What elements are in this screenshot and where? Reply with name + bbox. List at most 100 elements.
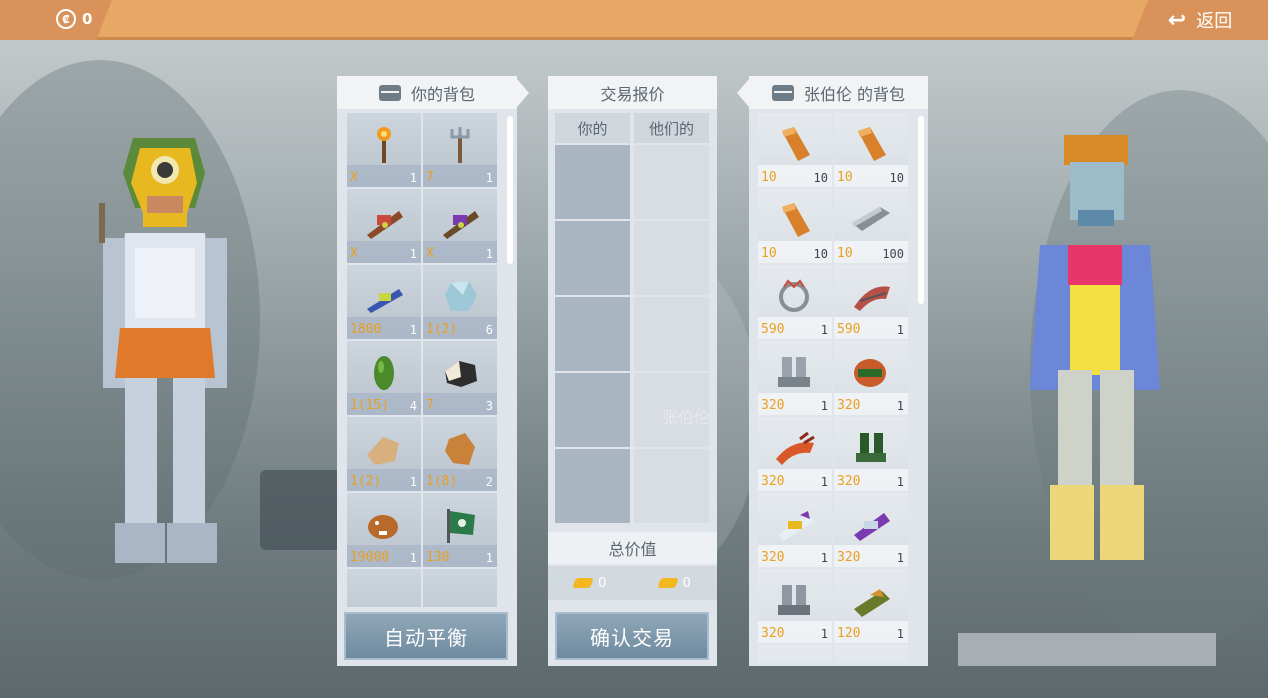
inventory-slot[interactable]: 19000 1: [347, 493, 421, 567]
empty-icon: [363, 581, 405, 607]
theirs-total: 0: [656, 575, 691, 591]
inventory-slot[interactable]: 10 10: [758, 113, 832, 187]
item-quantity: 10: [813, 247, 828, 261]
trident-icon: [450, 127, 470, 163]
inventory-slot[interactable]: [423, 569, 497, 607]
top-bar: ₡ 0 ↩ 返回: [0, 0, 1268, 40]
item-value: 1(8): [426, 474, 458, 489]
partial-icon: [774, 657, 816, 663]
inventory-slot[interactable]: 320 1: [758, 417, 832, 491]
item-quantity: 1: [409, 247, 417, 261]
inventory-slot[interactable]: 1800 1: [347, 265, 421, 339]
total-value-row: 0 0: [548, 566, 717, 600]
player-inventory-scrollbar[interactable]: [507, 116, 513, 264]
blaster-icon: [367, 289, 403, 313]
header-arrow-decoration: [737, 79, 749, 107]
rock-icon: [445, 361, 477, 387]
inventory-slot[interactable]: 10 10: [758, 189, 832, 263]
gauntlet-white-icon: [778, 511, 814, 541]
trader-inventory-scrollbar[interactable]: [918, 116, 924, 304]
trade-slot-mine[interactable]: [555, 373, 630, 447]
inventory-slot[interactable]: 1(2) 1: [347, 417, 421, 491]
inventory-slot[interactable]: 10 100: [834, 189, 908, 263]
item-quantity: 10: [813, 171, 828, 185]
player-inventory-grid: X 1 7 1 X 1 X 1 1800 1 1(2) 6 1(15) 4 7 3 1(2) 1 1(8) 2 1900…: [347, 113, 497, 607]
trade-slot-mine[interactable]: [555, 221, 630, 295]
inventory-slot[interactable]: [758, 645, 832, 663]
item-value: 19000: [350, 550, 390, 565]
inventory-slot[interactable]: 1(15) 4: [347, 341, 421, 415]
chest-icon: [771, 84, 794, 101]
trade-column-theirs-header: 他们的: [634, 113, 709, 143]
claw-red-icon: [776, 431, 815, 465]
item-value: 10: [837, 246, 853, 261]
inventory-slot[interactable]: 73: [423, 341, 497, 415]
inventory-slot[interactable]: 1(2) 6: [423, 265, 497, 339]
trade-slot-mine[interactable]: [555, 145, 630, 219]
item-quantity: 1: [409, 551, 417, 565]
item-quantity: 3: [485, 399, 493, 413]
inventory-slot[interactable]: X1: [423, 189, 497, 263]
inventory-slot[interactable]: 320 1: [758, 569, 832, 643]
inventory-slot[interactable]: 320 1: [834, 341, 908, 415]
inventory-slot[interactable]: X1: [347, 189, 421, 263]
gloves-claw-icon: [854, 286, 890, 311]
trader-inventory-grid: 10 10 10 10 10 10 10 100 590 1 590 1 320 1 320 1 320 1 320…: [758, 113, 908, 663]
crossbow-purple-icon: [443, 211, 479, 239]
item-quantity: 1: [896, 399, 904, 413]
currency-value: 0: [82, 10, 93, 28]
trade-offer-header: 交易报价: [548, 76, 717, 109]
item-value: 7: [426, 170, 434, 185]
inventory-slot[interactable]: 1(8) 2: [423, 417, 497, 491]
total-value-header: 总价值: [548, 532, 717, 564]
item-quantity: 1: [409, 475, 417, 489]
trader-name-watermark: 张伯伦: [662, 408, 711, 427]
inventory-slot[interactable]: [834, 645, 908, 663]
boots-gray-icon: [778, 585, 810, 615]
gauntlet-purple-icon: [854, 513, 890, 541]
inventory-slot[interactable]: 320 1: [758, 493, 832, 567]
trade-slot-mine[interactable]: [555, 449, 630, 523]
inventory-slot[interactable]: [347, 569, 421, 607]
inventory-slot[interactable]: 320 1: [834, 417, 908, 491]
inventory-slot[interactable]: 10 10: [834, 113, 908, 187]
trade-slot-theirs[interactable]: [634, 449, 709, 523]
item-quantity: 1: [896, 475, 904, 489]
trade-slot-mine[interactable]: [555, 297, 630, 371]
confirm-trade-button[interactable]: 确认交易: [555, 612, 709, 660]
bracer-green-icon: [854, 589, 890, 617]
theirs-total-value: 0: [682, 575, 691, 591]
inventory-slot[interactable]: 120 1: [834, 569, 908, 643]
item-value: 320: [837, 474, 861, 489]
inventory-slot[interactable]: 590 1: [758, 265, 832, 339]
auto-balance-button[interactable]: 自动平衡: [344, 612, 508, 660]
player-inventory-panel: 你的背包 X 1 7 1 X 1 X 1 1800 1 1(2) 6 1(15) 4 7 3 1(2) 1 1(8)…: [337, 76, 529, 666]
item-value: 1(2): [350, 474, 382, 489]
inventory-slot[interactable]: 320 1: [834, 493, 908, 567]
inventory-slot[interactable]: 320 1: [758, 341, 832, 415]
potato-icon: [445, 433, 475, 465]
inventory-slot[interactable]: X1: [347, 113, 421, 187]
beaver-icon: [368, 515, 398, 539]
item-value: 590: [837, 322, 861, 337]
trade-columns: 你的 他们的: [555, 113, 709, 525]
inventory-slot[interactable]: 590 1: [834, 265, 908, 339]
trade-slot-theirs[interactable]: [634, 221, 709, 295]
item-quantity: 1: [896, 551, 904, 565]
item-quantity: 10: [889, 171, 904, 185]
item-value: 10: [837, 170, 853, 185]
item-value: 320: [837, 398, 861, 413]
item-quantity: 1: [820, 627, 828, 641]
item-value: 590: [761, 322, 785, 337]
trade-slot-theirs[interactable]: [634, 297, 709, 371]
currency-display: ₡ 0: [56, 9, 92, 29]
item-value: X: [350, 170, 358, 185]
crossbow-red-icon: [367, 211, 403, 239]
item-value: 10: [761, 170, 777, 185]
back-button[interactable]: ↩ 返回: [1132, 0, 1268, 40]
inventory-slot[interactable]: 130 1: [423, 493, 497, 567]
item-value: 1(2): [426, 322, 458, 337]
trade-slot-theirs[interactable]: [634, 145, 709, 219]
item-quantity: 1: [485, 551, 493, 565]
inventory-slot[interactable]: 71: [423, 113, 497, 187]
